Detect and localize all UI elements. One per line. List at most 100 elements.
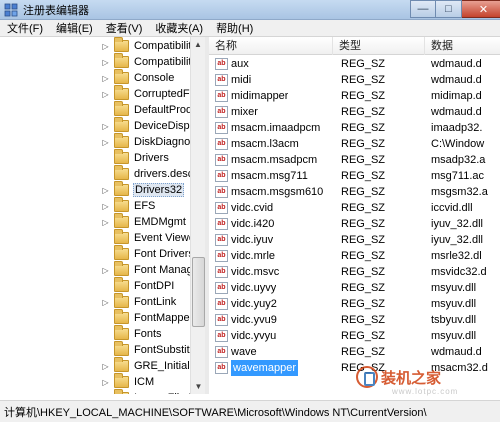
value-row[interactable]: ab msacm.msg711 REG_SZ msg711.ac xyxy=(209,168,500,184)
tree-scrollbar[interactable]: ▲ ▼ xyxy=(190,37,205,394)
expand-arrow-icon[interactable]: ▷ xyxy=(101,266,110,275)
expand-arrow-icon[interactable]: ▷ xyxy=(101,186,110,195)
value-name: msacm.imaadpcm xyxy=(231,122,321,134)
scrollbar-thumb[interactable] xyxy=(192,257,205,327)
folder-icon xyxy=(114,389,129,394)
tree-item[interactable]: Font Drivers xyxy=(101,245,195,262)
column-header-name[interactable]: 名称 xyxy=(209,37,333,55)
expand-arrow-icon[interactable]: ▷ xyxy=(101,218,110,227)
scroll-down-arrow-icon[interactable]: ▼ xyxy=(191,379,206,394)
column-header-type[interactable]: 类型 xyxy=(333,37,425,55)
expand-arrow-icon[interactable]: ▷ xyxy=(101,138,110,147)
expand-arrow-icon[interactable]: ▷ xyxy=(101,90,110,99)
tree-item-label: FontLink xyxy=(134,296,177,308)
folder-icon xyxy=(114,117,129,132)
expand-arrow-icon[interactable]: ▷ xyxy=(101,362,110,371)
tree-item[interactable]: ▷ EMDMgmt xyxy=(101,213,187,230)
tree-item[interactable]: Event Viewer xyxy=(101,229,200,246)
expand-arrow-icon[interactable]: ▷ xyxy=(101,202,110,211)
column-header-data[interactable]: 数据 xyxy=(425,37,500,55)
menu-view[interactable]: 查看(V) xyxy=(99,20,149,36)
value-row[interactable]: ab vidc.uyvy REG_SZ msyuv.dll xyxy=(209,280,500,296)
value-type: REG_SZ xyxy=(341,346,386,358)
string-value-icon: ab xyxy=(215,106,228,118)
expand-arrow-icon[interactable]: ▷ xyxy=(101,42,110,51)
expand-arrow-icon[interactable]: ▷ xyxy=(101,122,110,131)
string-value-icon: ab xyxy=(215,90,228,102)
expand-arrow-icon[interactable]: ▷ xyxy=(101,378,110,387)
expand-arrow-icon[interactable]: ▷ xyxy=(101,74,110,83)
value-row[interactable]: ab msacm.imaadpcm REG_SZ imaadp32. xyxy=(209,120,500,136)
string-value-icon: ab xyxy=(215,154,228,166)
tree-item[interactable]: ▷ EFS xyxy=(101,197,156,214)
value-type: REG_SZ xyxy=(341,106,386,118)
tree-item[interactable]: ▷ Compatibility xyxy=(101,37,198,54)
value-row[interactable]: ab midi REG_SZ wdmaud.d xyxy=(209,72,500,88)
value-type: REG_SZ xyxy=(341,314,386,326)
value-row[interactable]: ab vidc.i420 REG_SZ iyuv_32.dll xyxy=(209,216,500,232)
value-row[interactable]: ab msacm.l3acm REG_SZ C:\Window xyxy=(209,136,500,152)
menu-edit[interactable]: 编辑(E) xyxy=(49,20,99,36)
tree-item[interactable]: FontMapper xyxy=(101,309,194,326)
value-row[interactable]: ab mixer REG_SZ wdmaud.d xyxy=(209,104,500,120)
folder-icon xyxy=(114,213,129,228)
string-value-icon: ab xyxy=(215,346,228,358)
expand-arrow-icon[interactable]: ▷ xyxy=(101,58,110,67)
expand-arrow-icon[interactable]: ▷ xyxy=(101,298,110,307)
value-data: iyuv_32.dll xyxy=(431,234,483,246)
menu-help[interactable]: 帮助(H) xyxy=(209,20,259,36)
tree-item[interactable]: Fonts xyxy=(101,325,163,342)
tree-item-label: Font Drivers xyxy=(134,248,194,260)
value-data: wdmaud.d xyxy=(431,74,482,86)
string-value-icon: ab xyxy=(215,170,228,182)
value-row[interactable]: ab wavemapper REG_SZ msacm32.d xyxy=(209,360,500,376)
registry-values-list: 名称 类型 数据 ab aux REG_SZ wdmaud.d ab midi REG_SZ… xyxy=(209,37,500,394)
value-name: msacm.msgsm610 xyxy=(231,186,324,198)
value-row[interactable]: ab vidc.iyuv REG_SZ iyuv_32.dll xyxy=(209,232,500,248)
scroll-up-arrow-icon[interactable]: ▲ xyxy=(191,37,205,52)
status-path: 计算机\HKEY_LOCAL_MACHINE\SOFTWARE\Microsof… xyxy=(4,406,427,419)
tree-item[interactable]: ▷ Console xyxy=(101,69,175,86)
value-row[interactable]: ab vidc.msvc REG_SZ msvidc32.d xyxy=(209,264,500,280)
string-value-icon: ab xyxy=(215,314,228,326)
value-row[interactable]: ab msacm.msgsm610 REG_SZ msgsm32.a xyxy=(209,184,500,200)
string-value-icon: ab xyxy=(215,74,228,86)
folder-icon xyxy=(114,197,129,212)
value-row[interactable]: ab vidc.yuy2 REG_SZ msyuv.dll xyxy=(209,296,500,312)
tree-item[interactable]: ▷ ICM xyxy=(101,373,155,390)
value-row[interactable]: ab msacm.msadpcm REG_SZ msadp32.a xyxy=(209,152,500,168)
value-data: msyuv.dll xyxy=(431,330,477,342)
tree-item[interactable]: drivers.desc xyxy=(101,165,194,182)
value-name: msacm.l3acm xyxy=(231,138,299,150)
string-value-icon: ab xyxy=(215,202,228,214)
value-data: msg711.ac xyxy=(431,170,484,182)
value-row[interactable]: ab vidc.yvu9 REG_SZ tsbyuv.dll xyxy=(209,312,500,328)
menu-file[interactable]: 文件(F) xyxy=(0,20,49,36)
value-type: REG_SZ xyxy=(341,202,386,214)
registry-editor-icon xyxy=(4,3,18,16)
value-data: iccvid.dll xyxy=(431,202,473,214)
value-row[interactable]: ab wave REG_SZ wdmaud.d xyxy=(209,344,500,360)
registry-key-tree[interactable]: ▷ Compatibility ▷ Compatibility32 ▷ Console ▷ C… xyxy=(0,37,205,394)
watermark-logo-icon xyxy=(356,366,378,388)
value-row[interactable]: ab aux REG_SZ wdmaud.d xyxy=(209,56,500,72)
close-button[interactable]: ✕ xyxy=(462,0,500,18)
value-type: REG_SZ xyxy=(341,282,386,294)
value-row[interactable]: ab vidc.yvyu REG_SZ msyuv.dll xyxy=(209,328,500,344)
tree-item-label: Console xyxy=(134,72,175,84)
folder-icon xyxy=(114,325,129,340)
tree-item[interactable]: FontDPI xyxy=(101,277,175,294)
value-name: vidc.i420 xyxy=(231,218,275,230)
maximize-button[interactable]: □ xyxy=(436,0,462,18)
minimize-button[interactable]: — xyxy=(410,0,436,18)
tree-item[interactable]: Drivers xyxy=(101,149,170,166)
tree-item[interactable]: ▷ Drivers32 xyxy=(101,181,185,198)
value-row[interactable]: ab vidc.mrle REG_SZ msrle32.dl xyxy=(209,248,500,264)
expand-arrow-icon[interactable]: ▷ xyxy=(101,394,110,395)
tree-item[interactable]: ▷ FontLink xyxy=(101,293,177,310)
value-row[interactable]: ab midimapper REG_SZ midimap.d xyxy=(209,88,500,104)
menu-favorites[interactable]: 收藏夹(A) xyxy=(148,20,209,36)
value-row[interactable]: ab vidc.cvid REG_SZ iccvid.dll xyxy=(209,200,500,216)
